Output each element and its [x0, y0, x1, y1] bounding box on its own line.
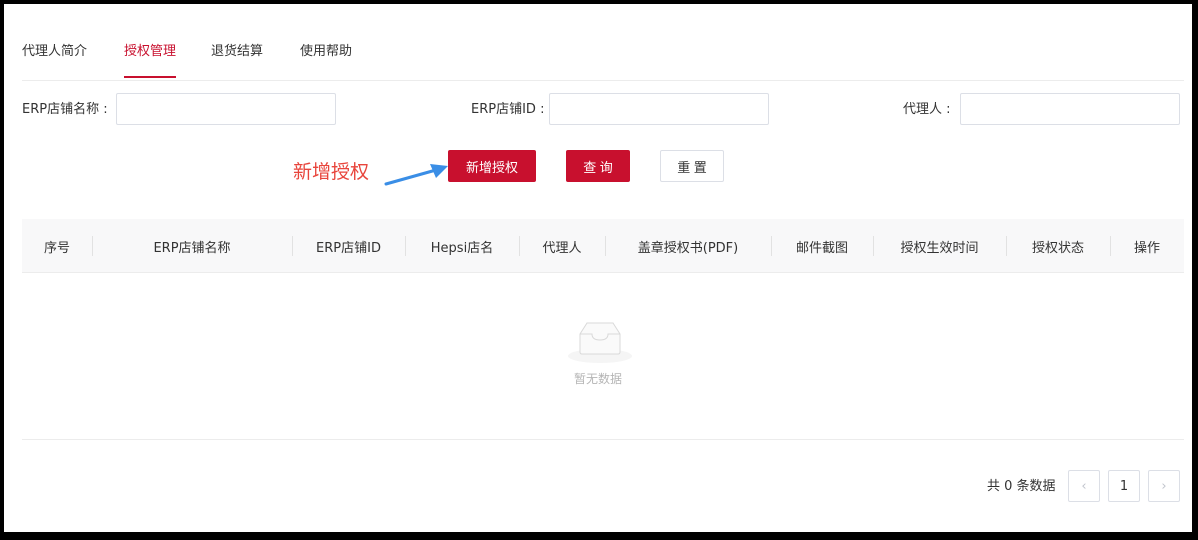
table-header: 序号 ERP店铺名称 ERP店铺ID Hepsi店名 代理人 盖章授权书(PDF…: [22, 219, 1184, 273]
prev-page-button[interactable]: ‹: [1068, 470, 1100, 502]
tab-authorization-management[interactable]: 授权管理: [124, 42, 177, 78]
column-header: Hepsi店名: [405, 219, 519, 273]
page-frame: 代理人简介 授权管理 退货结算 使用帮助 ERP店铺名称 : ERP店铺ID :…: [4, 4, 1192, 532]
column-header: 序号: [43, 240, 70, 256]
tab-help[interactable]: 使用帮助: [300, 42, 352, 62]
column-header: 邮件截图: [771, 219, 873, 273]
shop-name-input[interactable]: [116, 93, 336, 125]
column-header: 授权生效时间: [873, 219, 1006, 273]
next-page-button[interactable]: ›: [1148, 470, 1180, 502]
page-number-button[interactable]: 1: [1108, 470, 1140, 502]
agent-input[interactable]: [960, 93, 1180, 125]
column-header: ERP店铺ID: [292, 219, 405, 273]
annotation-text: 新增授权: [293, 161, 370, 183]
empty-inbox-icon: [568, 322, 632, 363]
tab-bar: 代理人简介 授权管理 退货结算 使用帮助: [22, 42, 1184, 81]
add-authorization-button[interactable]: 新增授权: [448, 150, 536, 182]
shop-name-label: ERP店铺名称 :: [22, 102, 108, 117]
annotation-arrow-icon: [384, 164, 448, 186]
empty-state-text: 暂无数据: [573, 372, 622, 386]
column-header: 授权状态: [1006, 219, 1110, 273]
column-header: ERP店铺名称: [92, 219, 292, 273]
tab-agent-intro[interactable]: 代理人简介: [22, 42, 87, 62]
shop-id-label: ERP店铺ID :: [471, 102, 545, 117]
table-bottom-divider: [22, 439, 1184, 440]
column-header: 盖章授权书(PDF): [605, 219, 771, 273]
query-button[interactable]: 查 询: [566, 150, 630, 182]
agent-label: 代理人 :: [903, 102, 951, 117]
total-count: 共 0 条数据: [987, 479, 1056, 494]
column-header: 代理人: [519, 219, 605, 273]
column-header: 操作: [1110, 219, 1184, 273]
reset-button[interactable]: 重 置: [660, 150, 724, 182]
shop-id-input[interactable]: [549, 93, 769, 125]
tab-return-settlement[interactable]: 退货结算: [211, 42, 263, 62]
